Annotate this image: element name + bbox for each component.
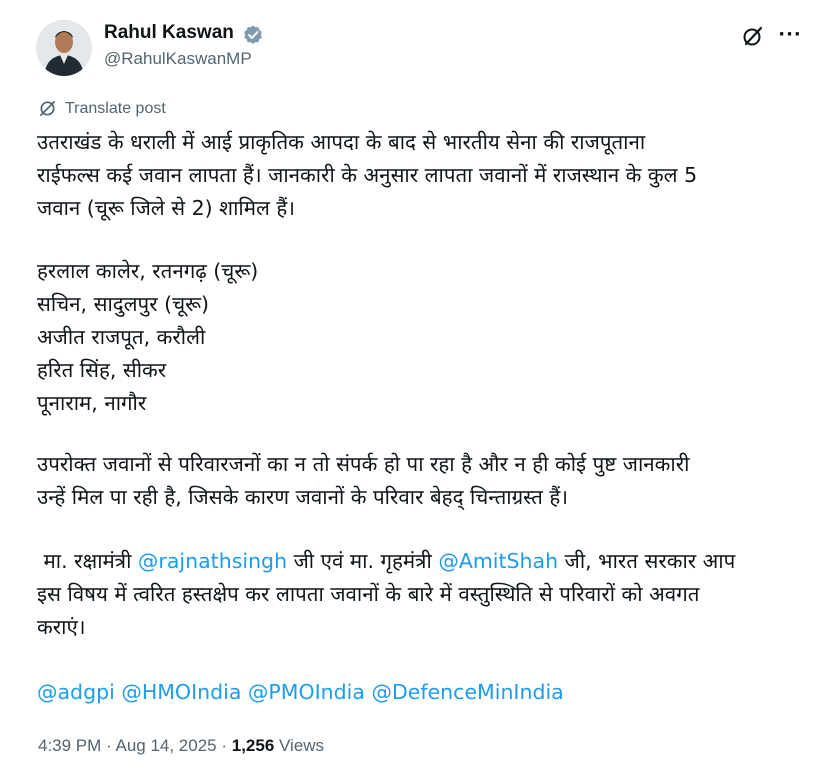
- text-segment: जी, भारत सरकार आप: [558, 549, 736, 573]
- list-item: सचिन, सादुलपुर (चूरू): [37, 292, 210, 316]
- mention-link-amitshah[interactable]: @AmitShah: [438, 549, 558, 573]
- translate-icon: [39, 100, 56, 117]
- mention-link-pmoindia[interactable]: @PMOIndia: [248, 680, 365, 704]
- text-segment: जी एवं मा. गृहमंत्री: [287, 549, 439, 573]
- text-line: जवान (चूरू जिले से 2) शामिल हैं।: [37, 196, 296, 220]
- translate-post-label: Translate post: [65, 99, 166, 117]
- text-line: @adgpi @HMOIndia @PMOIndia @DefenceMinIn…: [37, 676, 799, 709]
- mentions-line: @adgpi @HMOIndia @PMOIndia @DefenceMinIn…: [37, 676, 799, 709]
- more-options-icon[interactable]: ···: [776, 23, 804, 47]
- text-line: राईफल्स कई जवान लापता हैं। जानकारी के अन…: [37, 163, 698, 187]
- mention-link-adgpi[interactable]: @adgpi: [37, 680, 115, 704]
- views-label: Views: [274, 736, 325, 755]
- text-line: इस विषय में त्वरित हस्तक्षेप कर लापता जव…: [37, 582, 700, 606]
- views-count: 1,256: [231, 736, 275, 755]
- author-name[interactable]: Rahul Kaswan: [104, 22, 234, 44]
- post-date[interactable]: Aug 14, 2025: [115, 736, 216, 755]
- text-line: उपरोक्त जवानों से परिवारजनों का न तो संप…: [37, 452, 690, 476]
- tweet-paragraph-2: उपरोक्त जवानों से परिवारजनों का न तो संप…: [37, 448, 799, 514]
- verified-badge-icon: [244, 25, 262, 44]
- mention-link-hmoindia[interactable]: @HMOIndia: [121, 680, 241, 704]
- meta-separator: ·: [216, 736, 232, 755]
- author-handle[interactable]: @RahulKaswanMP: [104, 49, 252, 69]
- avatar[interactable]: [36, 20, 92, 76]
- avatar-image: [36, 20, 92, 76]
- translate-post-button[interactable]: Translate post: [38, 99, 166, 118]
- post-time[interactable]: 4:39 PM: [38, 736, 101, 755]
- tweet-paragraph-1: उतराखंड के धराली में आई प्राकृतिक आपदा क…: [37, 126, 799, 225]
- post-meta: 4:39 PM · Aug 14, 2025 · 1,256 Views: [38, 736, 324, 756]
- text-line: उतराखंड के धराली में आई प्राकृतिक आपदा क…: [37, 130, 646, 154]
- mention-link-defenceminindia[interactable]: @DefenceMinIndia: [371, 680, 563, 704]
- list-item: पूनाराम, नागौर: [37, 391, 147, 415]
- missing-soldiers-list: हरलाल कालेर, रतनगढ़ (चूरू) सचिन, सादुलपु…: [37, 255, 799, 420]
- list-item: अजीत राजपूत, करौली: [37, 325, 206, 349]
- mention-link-rajnathsingh[interactable]: @rajnathsingh: [138, 549, 287, 573]
- text-line: कराएं।: [37, 615, 86, 639]
- text-segment: मा. रक्षामंत्री: [37, 549, 138, 573]
- list-item: हरलाल कालेर, रतनगढ़ (चूरू): [37, 259, 259, 283]
- text-line: उन्हें मिल पा रही है, जिसके कारण जवानों …: [37, 485, 568, 509]
- tweet-paragraph-3: मा. रक्षामंत्री @rajnathsingh जी एवं मा.…: [37, 545, 799, 644]
- list-item: हरित सिंह, सीकर: [37, 358, 167, 382]
- grok-icon[interactable]: [741, 24, 765, 48]
- text-line: मा. रक्षामंत्री @rajnathsingh जी एवं मा.…: [37, 545, 799, 578]
- meta-separator: ·: [101, 736, 116, 755]
